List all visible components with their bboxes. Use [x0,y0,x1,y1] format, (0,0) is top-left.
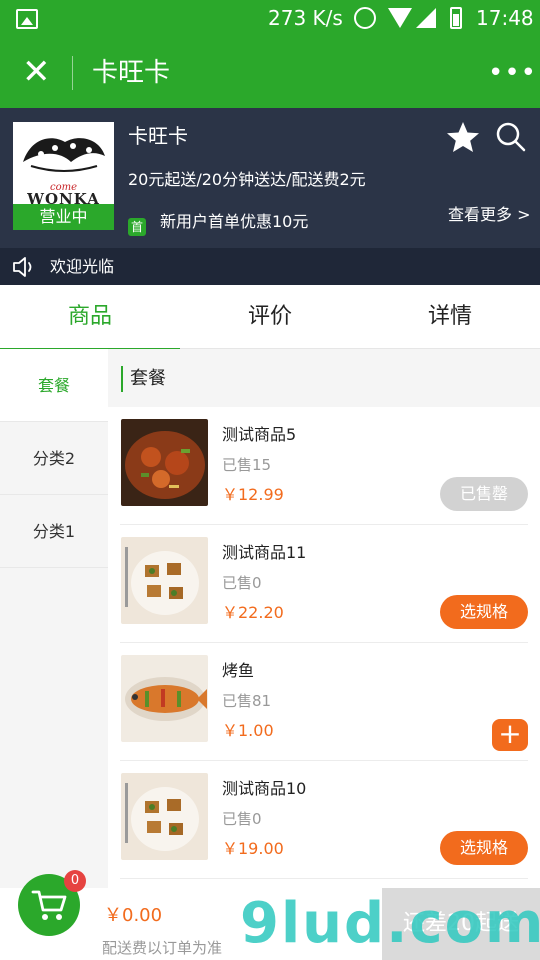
cart-total: ￥0.00 [104,905,163,926]
more-options-icon[interactable]: ••• [488,56,537,90]
logo-pattern-icon [23,138,105,172]
tab-reviews[interactable]: 评价 [180,285,360,349]
section-title: 套餐 [130,368,166,389]
clock: 17:48 [476,6,534,30]
product-image [121,537,208,624]
tab-details[interactable]: 详情 [360,285,540,349]
promo-text: 新用户首单优惠10元 [160,212,309,231]
signal-icon [416,8,436,28]
section-accent-bar [121,366,123,392]
select-spec-button[interactable]: 选规格 [440,831,528,865]
product-sold-count: 已售0 [222,574,262,592]
product-sold-count: 已售81 [222,692,272,710]
title-divider [72,56,73,90]
select-spec-button[interactable]: 选规格 [440,595,528,629]
product-name: 测试商品11 [222,543,307,562]
product-item[interactable]: 烤鱼 已售81 ￥1.00 + [108,643,540,761]
shop-logo: come WONKA 营业中 [13,122,114,230]
wifi-icon [388,8,412,28]
tab-bar: 商品 评价 详情 [0,285,540,350]
speaker-icon [13,257,32,277]
search-icon[interactable] [496,122,526,152]
product-name: 测试商品5 [222,425,297,444]
product-name: 测试商品10 [222,779,307,798]
product-price: ￥1.00 [222,721,274,740]
cart-icon [31,890,67,920]
alarm-icon [354,7,376,29]
battery-icon [450,7,462,29]
see-more-link[interactable]: 查看更多 > [448,203,531,227]
add-to-cart-button[interactable]: + [492,719,528,751]
notice-text: 欢迎光临 [50,257,115,276]
status-bar: 273 K/s 17:48 [0,0,540,38]
tab-products[interactable]: 商品 [0,285,180,350]
sold-out-button: 已售罄 [440,477,528,511]
title-bar: ✕ 卡旺卡 ••• [0,38,540,108]
category-item-2[interactable]: 分类2 [0,422,108,495]
product-price: ￥19.00 [222,839,284,858]
shop-status-badge: 营业中 [13,204,114,230]
delivery-fee-note: 配送费以订单为准 [102,939,223,957]
close-icon[interactable]: ✕ [22,52,51,92]
star-icon[interactable] [446,120,480,154]
product-price: ￥22.20 [222,603,284,622]
page-title: 卡旺卡 [92,58,171,88]
first-order-badge: 首 [128,218,146,236]
product-sold-count: 已售0 [222,810,262,828]
section-header: 套餐 [108,349,540,407]
category-sidebar: 套餐 分类2 分类1 [0,349,108,889]
category-item-combo[interactable]: 套餐 [0,349,108,422]
product-name: 烤鱼 [222,661,255,680]
shop-header: come WONKA 营业中 卡旺卡 20元起送/20分钟送达/配送费2元 首 … [0,108,540,248]
product-sold-count: 已售15 [222,456,272,474]
product-image [121,773,208,860]
category-item-1[interactable]: 分类1 [0,495,108,568]
shop-delivery-info: 20元起送/20分钟送达/配送费2元 [128,170,366,189]
product-image [121,419,208,506]
product-item[interactable]: 测试商品5 已售15 ￥12.99 已售罄 [108,407,540,525]
row-divider [120,878,528,879]
product-item[interactable]: 测试商品10 已售0 ￥19.00 选规格 [108,761,540,879]
watermark: 9lud.com [240,891,540,956]
product-price: ￥12.99 [222,485,284,504]
product-item[interactable]: 测试商品11 已售0 ￥22.20 选规格 [108,525,540,643]
network-speed: 273 K/s [268,6,343,30]
shop-name: 卡旺卡 [128,124,188,148]
gallery-icon [16,9,38,29]
cart-count-badge: 0 [64,870,86,892]
notice-bar: 欢迎光临 [0,248,540,285]
product-image [121,655,208,742]
